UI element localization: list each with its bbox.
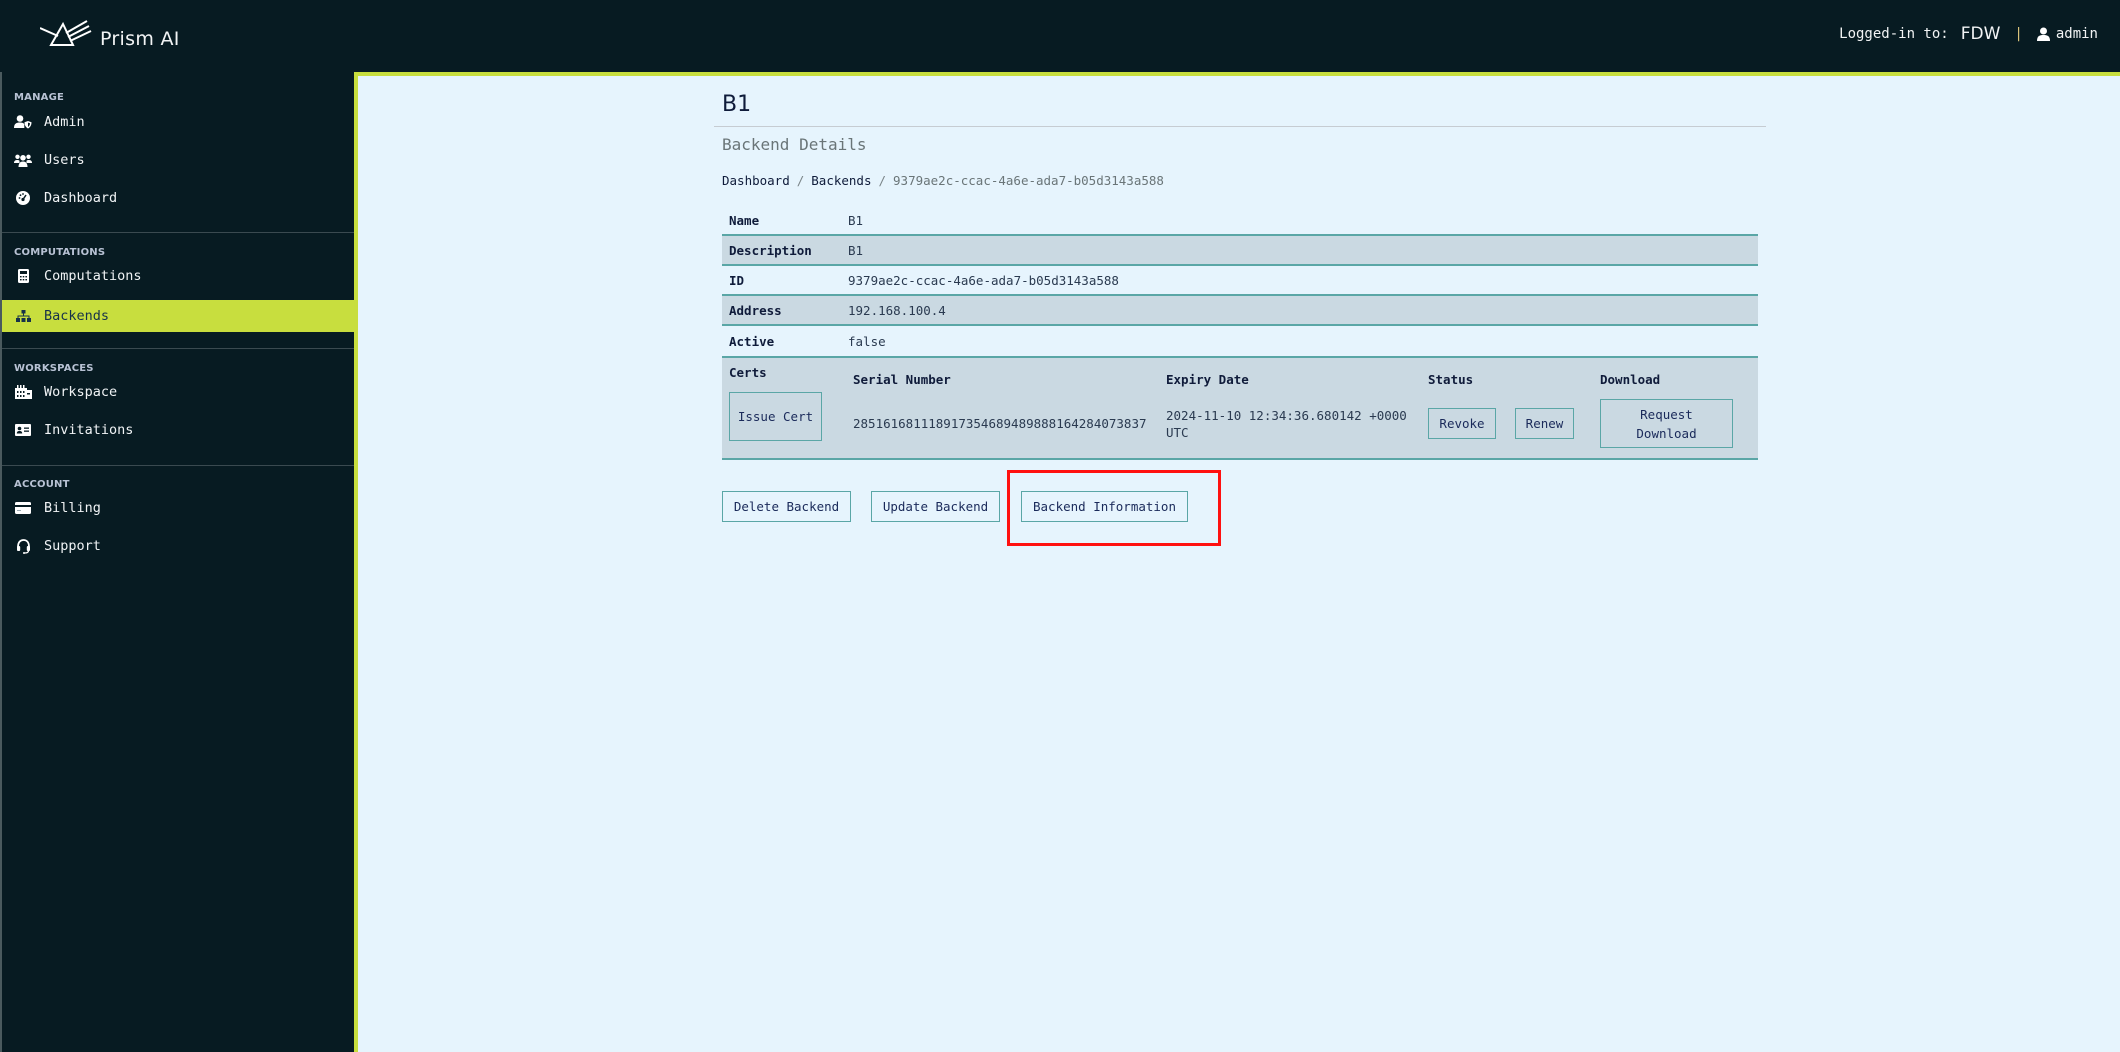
sidebar-item-billing[interactable]: Billing xyxy=(2,492,354,524)
main-content: B1 Backend Details Dashboard / Backends … xyxy=(358,76,2120,1052)
detail-row-name: Name B1 xyxy=(722,206,1758,236)
sidebar-item-label: Workspace xyxy=(44,384,118,400)
users-icon xyxy=(14,152,32,168)
request-download-button[interactable]: Request Download xyxy=(1600,399,1733,448)
section-label-account: ACCOUNT xyxy=(14,479,70,490)
sidebar-item-dashboard[interactable]: Dashboard xyxy=(2,182,354,214)
credit-card-icon xyxy=(14,500,32,516)
breadcrumb-separator: / xyxy=(878,173,887,188)
sidebar-item-label: Users xyxy=(44,152,85,168)
logged-in-label: Logged-in to: xyxy=(1839,26,1949,42)
sidebar: MANAGE Admin Users Dashboard COMPUTATION… xyxy=(2,72,354,1052)
top-bar: Prism AI Logged-in to: FDW | admin xyxy=(0,0,2120,72)
breadcrumb: Dashboard / Backends / 9379ae2c-ccac-4a6… xyxy=(722,173,1164,188)
highlight-annotation xyxy=(1007,470,1221,546)
sidebar-item-label: Computations xyxy=(44,268,142,284)
cert-serial-number: 285161681118917354689489888164284073837 xyxy=(853,416,1147,431)
sidebar-item-label: Billing xyxy=(44,500,101,516)
update-backend-button[interactable]: Update Backend xyxy=(871,491,1000,522)
calculator-icon xyxy=(14,268,32,284)
detail-value: 9379ae2c-ccac-4a6e-ada7-b05d3143a588 xyxy=(848,272,1119,288)
breadcrumb-separator: / xyxy=(796,173,805,188)
cert-expiry-date: 2024-11-10 12:34:36.680142 +0000 UTC xyxy=(1166,408,1407,440)
sidebar-item-label: Admin xyxy=(44,114,85,130)
renew-cert-button[interactable]: Renew xyxy=(1515,408,1574,439)
sitemap-icon xyxy=(14,308,32,324)
sidebar-item-backends[interactable]: Backends xyxy=(2,300,354,332)
column-header-expiry-date: Expiry Date xyxy=(1166,372,1249,387)
detail-row-description: Description B1 xyxy=(722,236,1758,266)
main-frame: B1 Backend Details Dashboard / Backends … xyxy=(354,72,2120,1052)
header-separator: | xyxy=(2014,26,2023,42)
page-title: B1 xyxy=(722,92,752,117)
sidebar-item-computations[interactable]: Computations xyxy=(2,260,354,292)
detail-value: 192.168.100.4 xyxy=(848,302,946,318)
headset-icon xyxy=(14,538,32,554)
sidebar-item-workspace[interactable]: Workspace xyxy=(2,376,354,408)
detail-key: Address xyxy=(729,302,782,318)
column-header-serial-number: Serial Number xyxy=(853,372,951,387)
breadcrumb-backends[interactable]: Backends xyxy=(811,173,871,188)
industry-icon xyxy=(14,384,32,400)
title-divider xyxy=(714,126,1766,127)
section-label-workspaces: WORKSPACES xyxy=(14,363,94,374)
login-info: Logged-in to: FDW | admin xyxy=(1839,24,2098,44)
user-icon xyxy=(2036,27,2050,41)
sidebar-item-label: Dashboard xyxy=(44,190,118,206)
prism-logo-icon xyxy=(40,20,92,46)
section-label-manage: MANAGE xyxy=(14,92,65,103)
gauge-icon xyxy=(14,190,32,206)
section-label-computations: COMPUTATIONS xyxy=(14,247,106,258)
sidebar-divider xyxy=(2,465,354,466)
sidebar-item-support[interactable]: Support xyxy=(2,530,354,562)
username[interactable]: admin xyxy=(2056,26,2098,42)
column-header-status: Status xyxy=(1428,372,1474,387)
page-subtitle: Backend Details xyxy=(722,135,867,154)
sidebar-item-label: Support xyxy=(44,538,101,554)
user-shield-icon xyxy=(14,114,32,130)
certs-section: Certs Issue Cert Serial Number Expiry Da… xyxy=(722,356,1758,460)
issue-cert-button[interactable]: Issue Cert xyxy=(729,392,822,441)
column-header-download: Download xyxy=(1600,372,1661,387)
revoke-cert-button[interactable]: Revoke xyxy=(1428,408,1496,439)
detail-value: B1 xyxy=(848,212,864,228)
detail-key: Description xyxy=(729,242,812,258)
sidebar-item-label: Invitations xyxy=(44,422,134,438)
breadcrumb-dashboard[interactable]: Dashboard xyxy=(722,173,790,188)
sidebar-item-label: Backends xyxy=(44,308,110,324)
detail-value: B1 xyxy=(848,242,864,258)
organization-name[interactable]: FDW xyxy=(1961,24,2001,44)
detail-row-address: Address 192.168.100.4 xyxy=(722,296,1758,326)
sidebar-item-users[interactable]: Users xyxy=(2,144,354,176)
details-table: Name B1 Description B1 ID 9379ae2c-ccac-… xyxy=(722,206,1758,460)
detail-key: Active xyxy=(729,333,775,349)
detail-row-active: Active false xyxy=(722,326,1758,356)
app-name: Prism AI xyxy=(100,28,180,50)
detail-value: false xyxy=(848,333,886,349)
brand[interactable]: Prism AI xyxy=(40,20,180,50)
detail-key: Name xyxy=(729,212,760,228)
certs-label: Certs xyxy=(729,365,767,380)
detail-key: ID xyxy=(729,272,745,288)
sidebar-divider xyxy=(2,348,354,349)
sidebar-item-admin[interactable]: Admin xyxy=(2,106,354,138)
delete-backend-button[interactable]: Delete Backend xyxy=(722,491,851,522)
sidebar-item-invitations[interactable]: Invitations xyxy=(2,414,354,446)
sidebar-divider xyxy=(2,232,354,233)
detail-row-id: ID 9379ae2c-ccac-4a6e-ada7-b05d3143a588 xyxy=(722,266,1758,296)
id-card-icon xyxy=(14,422,32,438)
breadcrumb-current: 9379ae2c-ccac-4a6e-ada7-b05d3143a588 xyxy=(893,173,1164,188)
